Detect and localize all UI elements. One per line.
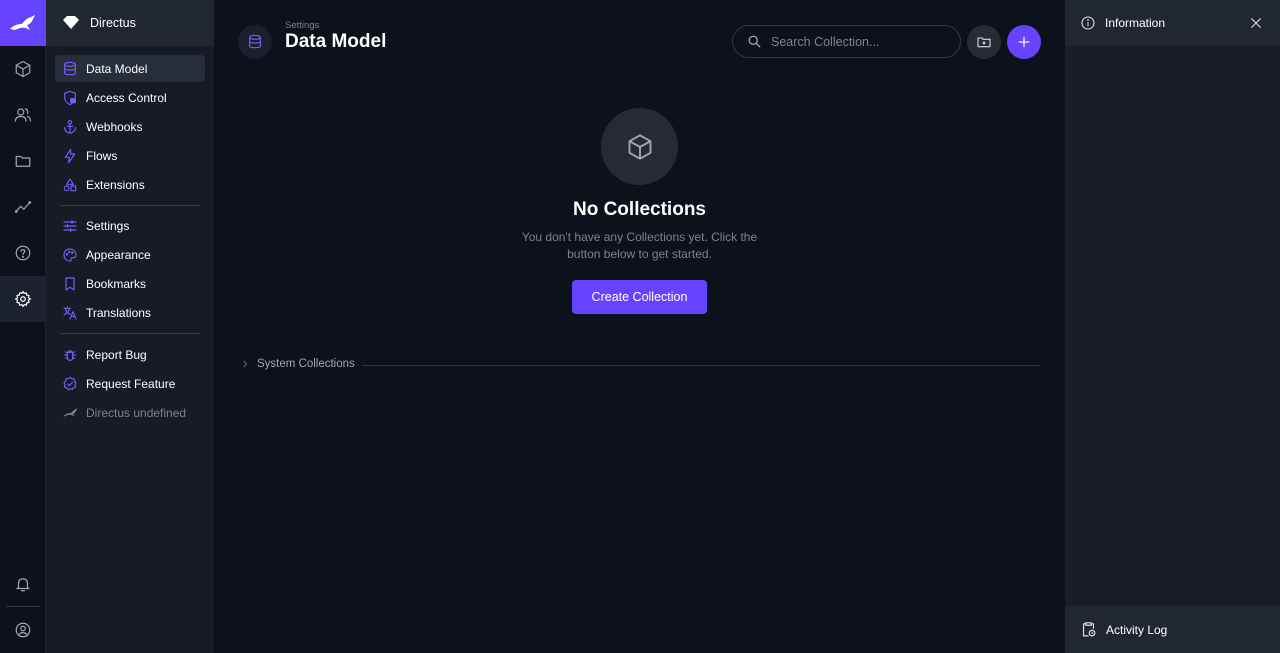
nav-item-label: Flows (86, 148, 118, 163)
chevron-right-icon (243, 360, 248, 368)
bookmark-icon (65, 276, 75, 291)
nav-item-bookmarks[interactable]: Bookmarks (55, 270, 205, 297)
system-collections-divider (362, 365, 1041, 366)
system-collections-toggle[interactable]: System Collections (240, 358, 355, 370)
empty-state-cube-icon (601, 108, 678, 185)
content-cube-icon[interactable] (0, 46, 46, 92)
nav-item-label: Data Model (86, 61, 148, 76)
plus-icon (1018, 36, 1030, 48)
nav-item-label: Bookmarks (86, 276, 147, 291)
nav-item-settings[interactable]: Settings (55, 212, 205, 239)
close-icon[interactable] (1248, 15, 1264, 31)
nav-item-report-bug[interactable]: Report Bug (55, 341, 205, 368)
info-icon (1081, 16, 1095, 30)
nav-item-access-control[interactable]: Access Control (55, 84, 205, 111)
nav-item-label: Access Control (86, 90, 167, 105)
system-collections-label: System Collections (257, 358, 355, 370)
settings-gear-icon[interactable] (0, 276, 46, 322)
nav-item-label: Report Bug (86, 347, 147, 362)
main-content: Settings Data Model No Collections You d… (214, 0, 1065, 653)
nav-item-request-feature[interactable]: Request Feature (55, 370, 205, 397)
nav-item-flows[interactable]: Flows (55, 142, 205, 169)
information-label: Information (1105, 16, 1166, 30)
nav-item-data-model[interactable]: Data Model (55, 55, 205, 82)
bug-icon (64, 349, 76, 361)
settings-navigation: Directus Data Model Access Control Webho… (46, 0, 214, 653)
create-collection-button[interactable]: Create Collection (572, 280, 707, 314)
search-icon (748, 35, 761, 48)
clipboard-clock-icon (1082, 622, 1096, 637)
verified-icon (63, 376, 77, 390)
search-field[interactable] (732, 25, 961, 58)
nav-item-webhooks[interactable]: Webhooks (55, 113, 205, 140)
activity-log-label: Activity Log (1106, 622, 1168, 637)
access-control-icon (64, 90, 76, 105)
nav-item-label: Directus undefined (86, 405, 187, 420)
info-sidebar: Information Activity Log (1065, 0, 1280, 653)
nav-item-label: Translations (86, 305, 151, 320)
nav-item-label: Request Feature (86, 376, 176, 391)
nav-item-label: Webhooks (86, 119, 143, 134)
project-name: Directus (90, 16, 136, 30)
module-bar (0, 0, 46, 653)
notifications-bell-icon[interactable] (0, 561, 46, 607)
app: Directus Data Model Access Control Webho… (0, 0, 1280, 653)
tune-icon (63, 219, 77, 232)
folder-add-icon (977, 37, 991, 48)
files-folder-icon[interactable] (0, 138, 46, 184)
directus-logo[interactable] (0, 0, 46, 46)
shapes-icon (63, 177, 77, 191)
breadcrumb[interactable]: Settings (285, 20, 319, 31)
nav-item-label: Settings (86, 218, 130, 233)
empty-state-text: You don't have any Collections yet. Clic… (521, 230, 758, 261)
nav-item-appearance[interactable]: Appearance (55, 241, 205, 268)
database-icon (64, 61, 76, 75)
activity-log-button[interactable]: Activity Log (1065, 606, 1280, 653)
nav-item-translations[interactable]: Translations (55, 299, 205, 326)
search-input[interactable] (771, 34, 941, 49)
nav-divider (60, 333, 200, 334)
anchor-icon (64, 119, 76, 134)
nav-item-label: Extensions (86, 177, 145, 192)
user-account-icon[interactable] (0, 607, 46, 653)
insights-chart-icon[interactable] (0, 184, 46, 230)
title-database-icon (238, 25, 272, 59)
empty-state-title: No Collections (572, 199, 706, 220)
directus-logo-icon (63, 407, 78, 416)
project-header[interactable]: Directus (46, 0, 214, 46)
page-title: Data Model (285, 31, 387, 52)
nav-item-label: Appearance (86, 247, 151, 262)
palette-icon (63, 247, 77, 262)
users-icon[interactable] (0, 92, 46, 138)
create-folder-button[interactable] (967, 25, 1001, 59)
add-collection-button[interactable] (1007, 25, 1041, 59)
help-icon[interactable] (0, 230, 46, 276)
project-logo-icon (63, 16, 79, 29)
nav-item-directus-version[interactable]: Directus undefined (55, 399, 205, 426)
translate-icon (63, 305, 77, 320)
bolt-icon (64, 148, 76, 163)
nav-item-extensions[interactable]: Extensions (55, 171, 205, 198)
nav-divider (60, 205, 200, 206)
